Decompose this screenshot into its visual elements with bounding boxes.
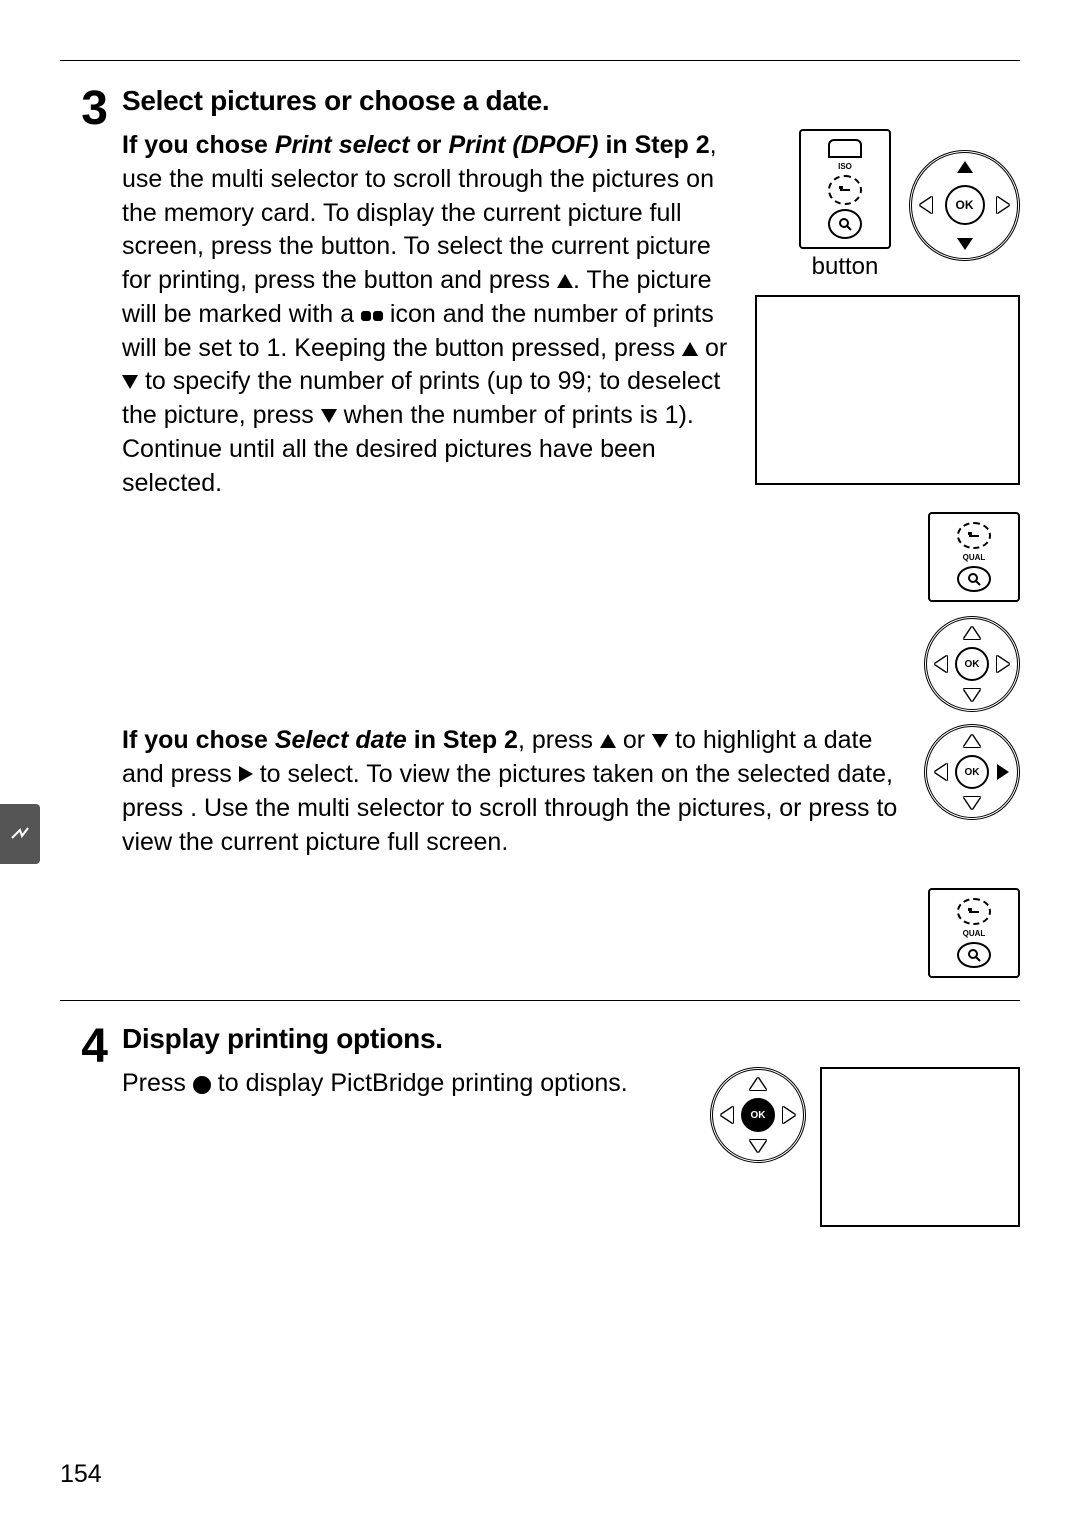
link-icon	[8, 822, 32, 846]
dpad-down-icon	[964, 797, 980, 809]
p1-e: in Step 2	[599, 131, 710, 159]
loupe-button-icon	[957, 942, 991, 969]
ok-press-icon	[193, 1076, 211, 1094]
dpad-left-icon	[721, 1107, 733, 1123]
dpad-right-icon	[783, 1107, 795, 1123]
camera-top-illustration: ISO button	[799, 129, 891, 281]
iso-label: ISO	[838, 162, 852, 171]
triangle-up-icon	[682, 342, 698, 356]
dpad-left-icon	[935, 764, 947, 780]
p2-e: or	[616, 726, 652, 754]
step-4-title: Display printing options.	[122, 1023, 1020, 1055]
p2-a: If you chose	[122, 726, 275, 754]
loupe-button-icon	[957, 566, 991, 593]
p2-b: Select date	[275, 726, 407, 754]
camera-qual-illustration: QUAL	[928, 888, 1020, 978]
step-4-paragraph: Press to display PictBridge printing opt…	[122, 1067, 686, 1101]
p1-i: or	[698, 334, 727, 362]
screen-placeholder	[820, 1067, 1020, 1227]
dpad-up-icon	[957, 161, 973, 173]
step-3-illustrations-date: OK QUAL	[924, 724, 1020, 978]
p2-c: in Step 2	[407, 726, 518, 754]
screen-placeholder	[755, 295, 1020, 485]
minus-button-icon	[957, 522, 991, 549]
dpad-down-icon	[964, 689, 980, 701]
p1-a: If you chose	[122, 131, 275, 159]
print-mark-icon	[361, 308, 383, 324]
dpad-up-icon	[964, 627, 980, 639]
triangle-down-icon	[652, 734, 668, 748]
step-3-number: 3	[60, 85, 108, 133]
step-4-illustrations: OK	[710, 1067, 1020, 1227]
qual-label: QUAL	[963, 553, 986, 562]
p4-a: Press	[122, 1069, 193, 1097]
page-number: 154	[60, 1460, 102, 1489]
multi-selector-ok-icon: OK	[710, 1067, 806, 1163]
triangle-down-icon	[321, 409, 337, 423]
step-3-title: Select pictures or choose a date.	[122, 85, 1020, 117]
step-3: 3 Select pictures or choose a date. If y…	[60, 85, 1020, 978]
p1-b: Print select	[275, 131, 410, 159]
top-rule	[60, 60, 1020, 61]
ok-button-icon: OK	[955, 755, 989, 789]
ok-button-icon: OK	[955, 647, 989, 681]
step-4-number: 4	[60, 1023, 108, 1071]
dpad-right-icon	[997, 197, 1009, 213]
step-3-illustrations-mid: QUAL OK	[924, 512, 1020, 712]
triangle-up-icon	[557, 274, 573, 288]
camera-qual-illustration: QUAL	[928, 512, 1020, 602]
dpad-down-icon	[750, 1140, 766, 1152]
step-3-paragraph-2: If you chose Select date in Step 2, pres…	[122, 724, 900, 859]
dpad-up-icon	[750, 1078, 766, 1090]
p2-d: , press	[518, 726, 600, 754]
dpad-down-icon	[957, 238, 973, 250]
p1-d: Print (DPOF)	[449, 131, 599, 159]
loupe-button-icon	[828, 209, 862, 239]
multi-selector-hollow-icon: OK	[924, 616, 1020, 712]
multi-selector-icon: OK	[909, 150, 1020, 261]
triangle-right-icon	[239, 766, 253, 782]
step-4: 4 Display printing options. Press to dis…	[60, 1023, 1020, 1227]
minus-button-icon	[957, 898, 991, 925]
step-3-paragraph-1: If you chose Print select or Print (DPOF…	[122, 129, 731, 500]
dpad-right-icon	[997, 764, 1009, 780]
camera-body-icon	[828, 139, 862, 158]
minus-button-icon	[828, 175, 862, 205]
multi-selector-right-icon: OK	[924, 724, 1020, 820]
p4-b: to display PictBridge printing options.	[211, 1069, 628, 1097]
dpad-right-icon	[997, 656, 1009, 672]
triangle-down-icon	[122, 375, 138, 389]
triangle-up-icon	[600, 734, 616, 748]
ok-button-icon: OK	[945, 185, 985, 225]
ok-button-filled-icon: OK	[741, 1098, 775, 1132]
p1-c: or	[410, 131, 449, 159]
step-3-illustrations-top: ISO button	[755, 129, 1020, 485]
qual-label: QUAL	[963, 929, 986, 938]
dpad-left-icon	[935, 656, 947, 672]
side-tab	[0, 804, 40, 864]
mid-rule	[60, 1000, 1020, 1001]
dpad-left-icon	[920, 197, 932, 213]
dpad-up-icon	[964, 735, 980, 747]
caption-button: button	[799, 253, 891, 281]
